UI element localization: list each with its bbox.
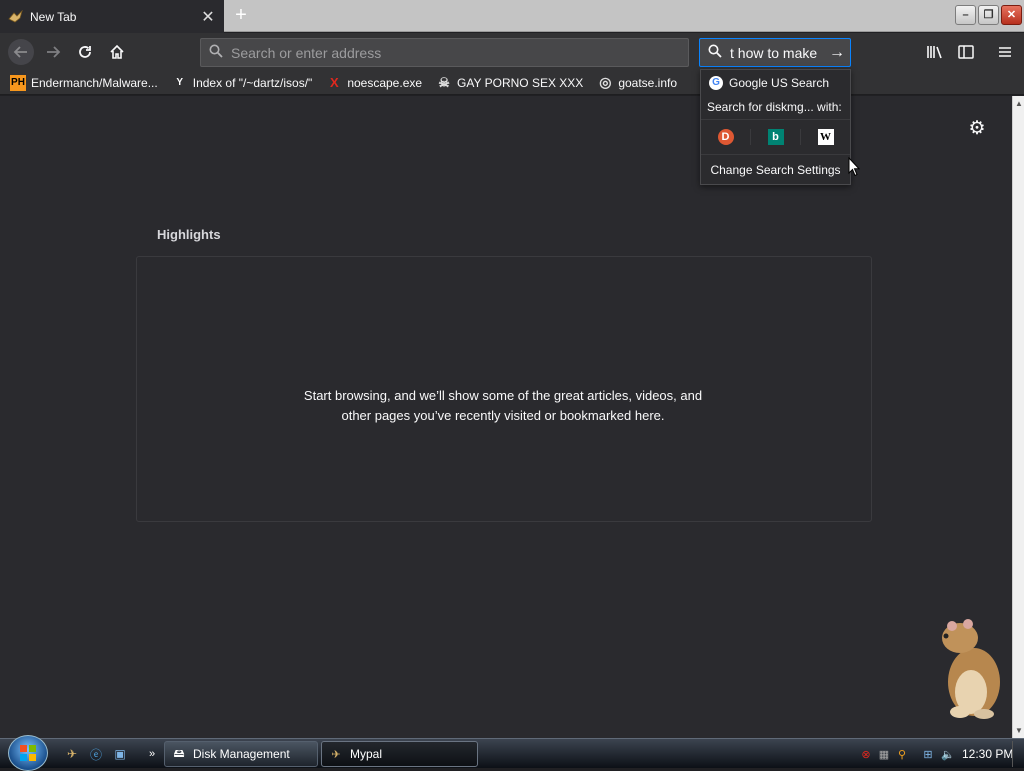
- system-clock[interactable]: 12:30 PM: [962, 747, 1013, 761]
- quicklaunch-more-icon[interactable]: »: [144, 746, 160, 762]
- gear-icon[interactable]: ⚙: [966, 118, 988, 140]
- duckduckgo-icon: D: [717, 129, 734, 145]
- bing-icon: b: [767, 129, 784, 145]
- home-button[interactable]: [106, 41, 128, 63]
- sidebar-button[interactable]: [955, 41, 977, 63]
- bookmark-favicon-icon: Y: [176, 77, 184, 88]
- start-button[interactable]: [8, 735, 48, 771]
- bookmark-item[interactable]: X noescape.exe: [326, 75, 422, 91]
- bookmark-label: goatse.info: [618, 75, 678, 90]
- one-off-engines: D b W: [701, 119, 850, 155]
- bookmark-label: GAY PORNO SEX XXX: [457, 75, 584, 90]
- mypal-icon: ✈: [331, 748, 341, 761]
- disk-management-icon: 🖴: [173, 747, 185, 760]
- search-bar[interactable]: t how to make →: [699, 38, 851, 67]
- bookmark-label: Index of "/~dartz/isos/": [192, 75, 313, 90]
- navigation-toolbar: t how to make →: [0, 33, 1024, 71]
- home-icon: [110, 44, 124, 59]
- wikipedia-icon: W: [817, 129, 834, 145]
- address-input[interactable]: [231, 44, 688, 61]
- bookmark-favicon-icon: X: [329, 75, 339, 90]
- title-bar: New Tab ✕ + – ❐ ✕: [0, 0, 1024, 33]
- address-bar[interactable]: [200, 38, 689, 67]
- close-button[interactable]: ✕: [1001, 5, 1022, 25]
- search-engine-popup: G Google US Search Search for diskmg... …: [700, 69, 851, 185]
- page-scrollbar[interactable]: ▲ ▼: [1012, 96, 1024, 738]
- windows-taskbar: ✈ ⓔ ▣ » 🖴 Disk Management ✈ Mypal ⊗ ▦ ⚲ …: [0, 735, 1024, 771]
- library-icon: [927, 46, 942, 59]
- mypal-icon: [8, 9, 24, 25]
- search-icon: [700, 44, 730, 61]
- bookmark-item[interactable]: ☠ GAY PORNO SEX XXX: [436, 75, 583, 91]
- mypal-quicklaunch-icon[interactable]: ✈: [64, 746, 80, 762]
- minimize-button[interactable]: –: [955, 5, 976, 25]
- task-label: Mypal: [350, 747, 383, 761]
- show-desktop-button[interactable]: [1012, 741, 1022, 767]
- highlights-empty-message: Start browsing, and we’ll show some of t…: [303, 388, 703, 423]
- reload-icon: [79, 46, 91, 58]
- reload-button[interactable]: [74, 41, 96, 63]
- taskbar-item-disk-management[interactable]: 🖴 Disk Management: [164, 741, 318, 767]
- search-for-label: Search for diskmg... with:: [707, 100, 842, 114]
- search-icon: [201, 44, 231, 61]
- scroll-down-icon[interactable]: ▼: [1015, 726, 1023, 735]
- windows-logo-icon: [20, 745, 36, 761]
- bookmark-item[interactable]: PH Endermanch/Malware...: [10, 74, 158, 91]
- library-button[interactable]: [924, 41, 946, 63]
- back-button[interactable]: [8, 39, 34, 65]
- hamburger-icon: [999, 47, 1011, 57]
- show-desktop-icon[interactable]: ▣: [112, 746, 128, 762]
- menu-button[interactable]: [994, 41, 1016, 63]
- bookmarks-toolbar: PH Endermanch/Malware... Y Index of "/~d…: [0, 71, 1024, 95]
- engine-button-wikipedia[interactable]: W: [801, 129, 850, 145]
- bookmark-item[interactable]: Y Index of "/~dartz/isos/": [172, 75, 313, 91]
- default-engine-item[interactable]: G Google US Search: [701, 70, 850, 95]
- forward-button[interactable]: [42, 41, 64, 63]
- globe-icon: ◎: [599, 74, 612, 90]
- bookmark-label: noescape.exe: [347, 75, 423, 90]
- sidebar-icon: [958, 45, 974, 59]
- tray-app-icon[interactable]: ▦: [876, 746, 892, 762]
- bookmark-label: Endermanch/Malware...: [31, 75, 158, 90]
- volume-icon[interactable]: 🔈: [940, 746, 956, 762]
- taskbar-item-mypal[interactable]: ✈ Mypal: [321, 741, 478, 767]
- engine-button-bing[interactable]: b: [751, 129, 801, 145]
- engine-button-duckduckgo[interactable]: D: [701, 129, 751, 145]
- task-label: Disk Management: [193, 747, 290, 761]
- tab-title: New Tab: [30, 9, 77, 24]
- back-arrow-icon: [13, 46, 27, 58]
- forward-arrow-icon: [47, 46, 61, 58]
- internet-explorer-icon[interactable]: ⓔ: [88, 746, 104, 762]
- hamster-desktop-pet[interactable]: [938, 614, 1004, 722]
- security-alert-icon[interactable]: ⊗: [858, 746, 874, 762]
- highlights-heading: Highlights: [157, 227, 221, 242]
- new-tab-button[interactable]: +: [230, 5, 252, 27]
- bookmark-favicon-icon: PH: [10, 74, 26, 91]
- bookmark-item[interactable]: ◎ goatse.info: [597, 74, 678, 91]
- change-search-settings-button[interactable]: Change Search Settings: [701, 155, 850, 185]
- tab-new-tab[interactable]: New Tab ✕: [0, 0, 224, 33]
- bookmark-favicon-icon: ☠: [438, 74, 450, 90]
- search-tray-icon[interactable]: ⚲: [894, 746, 910, 762]
- maximize-button[interactable]: ❐: [978, 5, 999, 25]
- tab-close-icon[interactable]: ✕: [200, 7, 216, 27]
- default-engine-label: Google US Search: [729, 75, 830, 90]
- search-go-icon[interactable]: →: [824, 44, 850, 62]
- scroll-up-icon[interactable]: ▲: [1015, 99, 1023, 108]
- google-icon: G: [709, 75, 723, 90]
- mouse-cursor-icon: [848, 157, 860, 177]
- network-icon[interactable]: ⊞: [920, 746, 936, 762]
- search-input[interactable]: t how to make: [730, 45, 824, 61]
